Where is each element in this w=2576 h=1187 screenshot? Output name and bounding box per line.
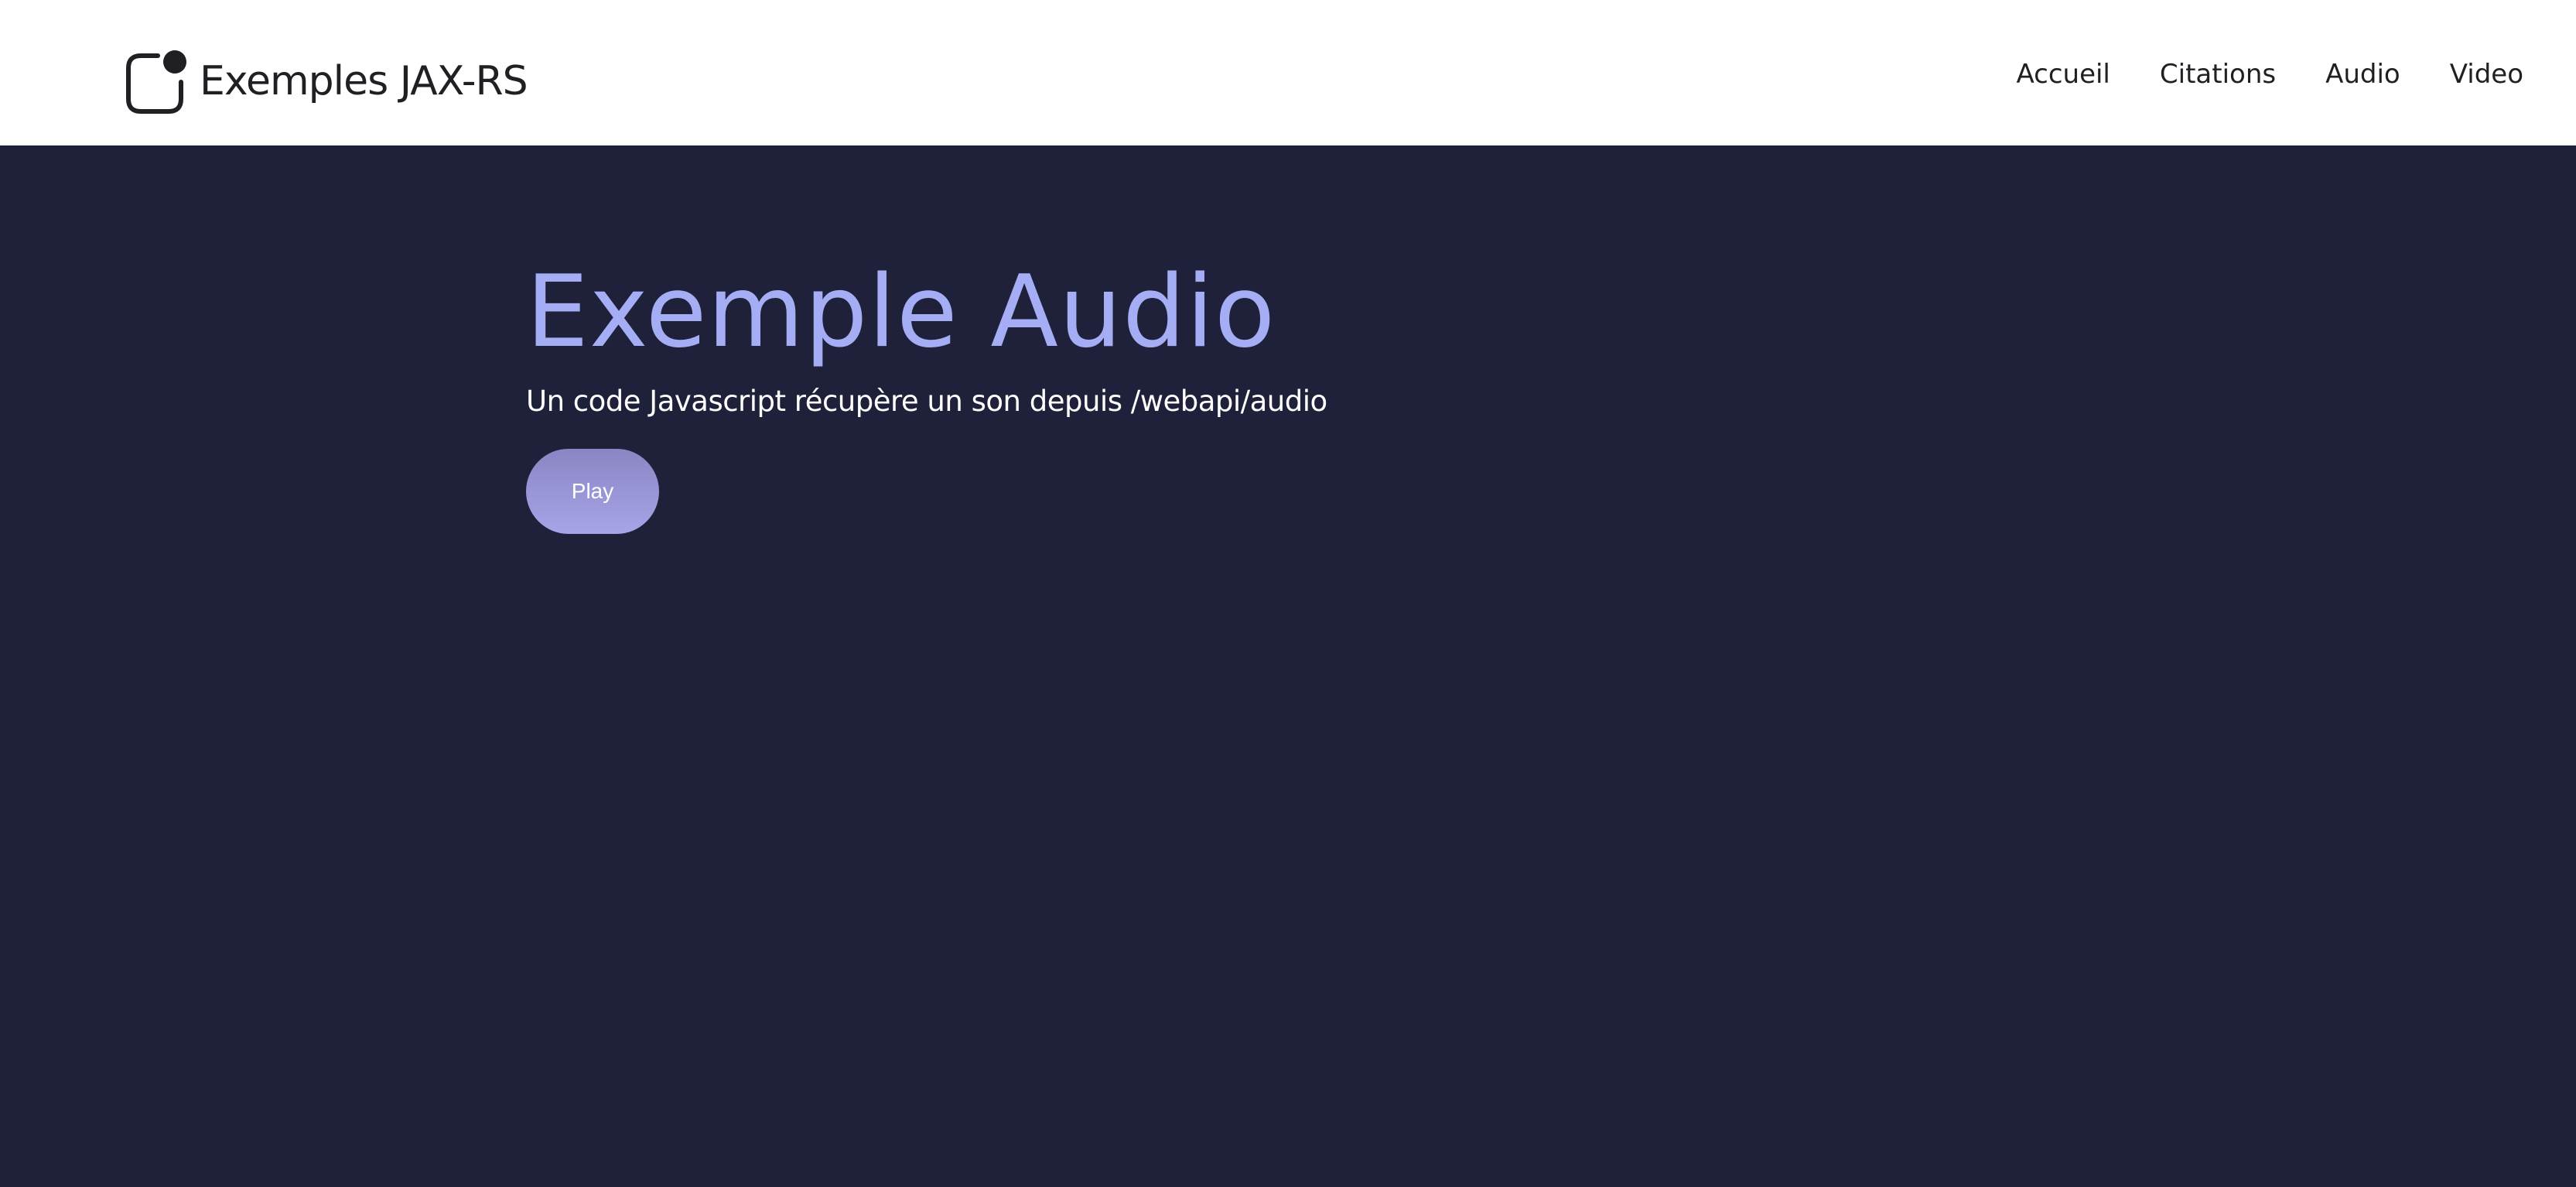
nav-item-accueil[interactable]: Accueil bbox=[2016, 53, 2110, 96]
hero-section: Exemple Audio Un code Javascript récupèr… bbox=[526, 255, 1327, 535]
header: Exemples JAX-RS Accueil Citations Audio … bbox=[0, 0, 2576, 145]
brand-link[interactable]: Exemples JAX-RS bbox=[125, 48, 528, 115]
main-nav: Accueil Citations Audio Video bbox=[1966, 53, 2523, 96]
play-button[interactable]: Play bbox=[526, 449, 659, 535]
brand-title: Exemples JAX-RS bbox=[200, 58, 528, 104]
page-title: Exemple Audio bbox=[526, 255, 1276, 370]
nav-item-video[interactable]: Video bbox=[2450, 53, 2523, 96]
page: Exemples JAX-RS Accueil Citations Audio … bbox=[0, 0, 2576, 1187]
nav-item-citations[interactable]: Citations bbox=[2160, 53, 2276, 96]
rounded-square-dot-icon bbox=[126, 50, 186, 114]
page-subtitle: Un code Javascript récupère un son depui… bbox=[526, 385, 1327, 419]
nav-item-audio[interactable]: Audio bbox=[2325, 53, 2400, 96]
